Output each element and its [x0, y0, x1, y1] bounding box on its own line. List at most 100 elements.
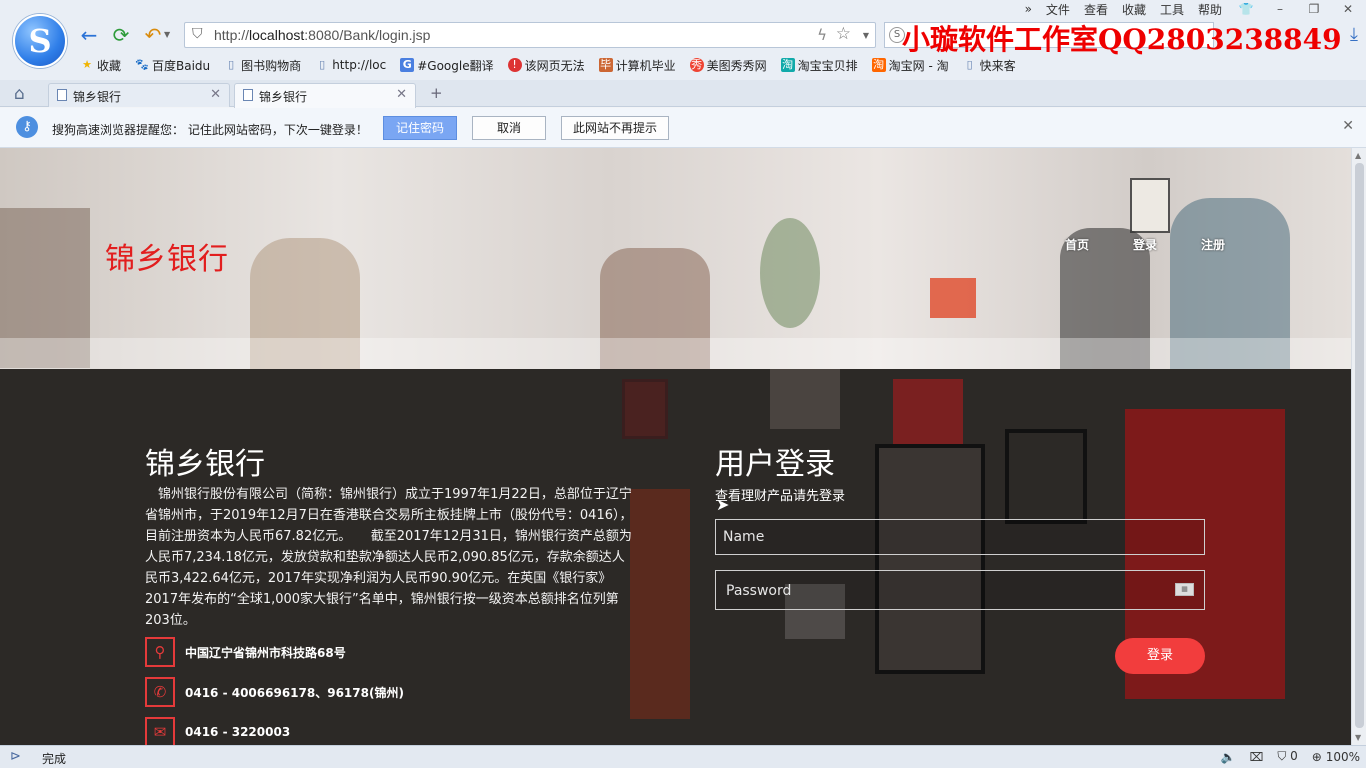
- restore-button[interactable]: ❐: [1304, 2, 1324, 16]
- bg-frame-shape: [875, 444, 985, 674]
- bookmark-item[interactable]: 淘淘宝网 - 淘: [871, 57, 949, 74]
- tab-bank-1[interactable]: 锦乡银行 ✕: [48, 83, 230, 107]
- browser-toolbar: S » 文件 查看 收藏 工具 帮助 👕 – ❐ ✕ ← ⟳ ↶ ▼ ⛉ htt…: [0, 0, 1366, 80]
- status-right-group: 🔈 ⌧ ⛉ 0 ⊕ 100%: [1221, 749, 1360, 764]
- bookmark-item[interactable]: 淘淘宝宝贝排: [780, 57, 858, 74]
- menu-bar: » 文件 查看 收藏 工具 帮助 👕 – ❐ ✕: [1025, 0, 1358, 18]
- contact-mail: ✉ 0416 - 3220003: [145, 717, 290, 745]
- skin-icon[interactable]: 👕: [1236, 2, 1256, 16]
- remember-password-button[interactable]: 记住密码: [383, 116, 457, 140]
- refresh-icon[interactable]: ⟳: [110, 24, 132, 46]
- expand-chevrons-icon[interactable]: »: [1025, 2, 1032, 16]
- login-subtitle: 查看理财产品请先登录: [715, 489, 846, 504]
- bookmark-star-icon[interactable]: ☆: [836, 24, 851, 44]
- graduate-icon: 毕: [598, 58, 613, 72]
- mouse-cursor-icon: ➤: [716, 495, 730, 514]
- security-shield-icon: ⛉: [192, 26, 203, 42]
- bookmark-item[interactable]: ▯ 图书购物商: [224, 57, 301, 74]
- new-tab-plus-icon[interactable]: +: [430, 84, 443, 102]
- hero-photo-desk-shape: [0, 338, 1351, 369]
- contact-phone: ✆ 0416 - 4006696178、96178(锦州): [145, 677, 404, 707]
- close-tab-icon[interactable]: ✕: [396, 87, 407, 102]
- about-title: 锦乡银行: [145, 447, 265, 482]
- undo-icon[interactable]: ↶: [142, 24, 164, 46]
- nav-login[interactable]: 登录: [1133, 236, 1157, 253]
- nav-home[interactable]: 首页: [1065, 236, 1089, 253]
- name-placeholder: Name: [723, 529, 765, 545]
- never-remind-button[interactable]: 此网站不再提示: [561, 116, 669, 140]
- login-title: 用户登录: [715, 447, 835, 482]
- download-icon[interactable]: ⤓: [1350, 24, 1358, 45]
- hero-photo-plant-shape: [760, 218, 820, 328]
- bg-poster-shape: [630, 489, 690, 719]
- tab-strip: ⌂ 锦乡银行 ✕ 锦乡银行 ✕ +: [0, 80, 1366, 108]
- taobao-icon: 淘: [780, 58, 795, 72]
- page-icon: ▯: [966, 58, 973, 71]
- page-icon: ▯: [228, 58, 235, 71]
- brand-title[interactable]: 锦乡银行: [105, 234, 229, 278]
- bg-poster-shape: [770, 369, 840, 429]
- page-icon: [57, 89, 67, 101]
- zoom-icon: ⊕: [1311, 749, 1322, 764]
- password-input[interactable]: Password ▦: [715, 570, 1205, 610]
- mail-icon: ✉: [145, 717, 175, 745]
- google-translate-icon: G: [400, 58, 415, 72]
- bookmark-item[interactable]: 秀美图秀秀网: [689, 57, 767, 74]
- back-arrow-icon[interactable]: ←: [78, 24, 100, 46]
- bookmark-item[interactable]: 🐾 百度Baidu: [135, 57, 210, 74]
- contact-mail-text: 0416 - 3220003: [185, 725, 291, 739]
- cancel-button[interactable]: 取消: [472, 116, 546, 140]
- close-tab-icon[interactable]: ✕: [210, 87, 221, 102]
- paw-icon: 🐾: [135, 58, 149, 71]
- address-bar[interactable]: ⛉ http://localhost:8080/Bank/login.jsp ϟ…: [184, 22, 876, 48]
- security-count-value: 0: [1290, 749, 1298, 763]
- taobao-icon: 淘: [871, 58, 886, 72]
- zoom-control[interactable]: ⊕ 100%: [1312, 750, 1360, 764]
- undo-dropdown-icon[interactable]: ▼: [164, 30, 170, 39]
- name-input[interactable]: Name: [715, 519, 1205, 555]
- meitu-icon: 秀: [689, 58, 704, 72]
- url-text[interactable]: http://localhost:8080/Bank/login.jsp: [214, 27, 430, 43]
- vertical-scrollbar[interactable]: ▲ ▼: [1351, 148, 1366, 745]
- tab-bank-2[interactable]: 锦乡银行 ✕: [234, 83, 416, 108]
- scroll-thumb[interactable]: [1355, 163, 1364, 728]
- bookmark-item[interactable]: G #Google翻译: [400, 57, 494, 74]
- close-window-button[interactable]: ✕: [1338, 2, 1358, 16]
- notification-text: 搜狗高速浏览器提醒您： 记住此网站密码，下次一键登录！: [52, 123, 368, 137]
- bookmark-item[interactable]: ! 该网页无法: [507, 57, 585, 74]
- bookmark-item[interactable]: 毕计算机毕业: [598, 57, 676, 74]
- sogou-logo-icon[interactable]: S: [13, 14, 67, 68]
- bookmark-item[interactable]: ▯ 快来客: [963, 57, 1016, 74]
- zoom-value: 100%: [1325, 749, 1360, 764]
- star-icon: ★: [82, 58, 92, 71]
- bg-frame-shape: [1005, 429, 1087, 524]
- tab-title: 锦乡银行: [73, 90, 122, 104]
- lightning-icon[interactable]: ϟ: [817, 26, 827, 44]
- bookmark-item[interactable]: ▯ http://loc: [315, 58, 386, 72]
- screenshot-icon[interactable]: ⌧: [1249, 750, 1263, 764]
- menu-help[interactable]: 帮助: [1198, 1, 1222, 18]
- status-text: 完成: [42, 752, 67, 766]
- menu-file[interactable]: 文件: [1046, 1, 1070, 18]
- scroll-down-icon[interactable]: ▼: [1355, 733, 1361, 742]
- bookmark-item[interactable]: ★ 收藏: [80, 57, 121, 74]
- tab-title: 锦乡银行: [259, 90, 308, 104]
- menu-view[interactable]: 查看: [1084, 1, 1108, 18]
- speaker-icon[interactable]: 🔈: [1221, 750, 1236, 764]
- close-notification-icon[interactable]: ✕: [1342, 118, 1354, 134]
- contact-address: ⚲ 中国辽宁省锦州市科技路68号: [145, 637, 346, 667]
- scroll-up-icon[interactable]: ▲: [1355, 151, 1361, 160]
- bookmarks-bar: ★ 收藏 🐾 百度Baidu ▯ 图书购物商 ▯ http://loc G #Google…: [80, 55, 1016, 75]
- sidebar-toggle-icon[interactable]: ⊳: [10, 749, 21, 764]
- page-icon: [243, 89, 253, 101]
- security-count[interactable]: ⛉ 0: [1277, 749, 1297, 764]
- menu-tools[interactable]: 工具: [1160, 1, 1184, 18]
- contact-phone-text: 0416 - 4006696178、96178(锦州): [185, 685, 404, 700]
- home-icon[interactable]: ⌂: [14, 84, 25, 104]
- menu-favorites[interactable]: 收藏: [1122, 1, 1146, 18]
- login-submit-button[interactable]: 登录: [1115, 638, 1205, 674]
- minimize-button[interactable]: –: [1270, 2, 1290, 16]
- address-dropdown-icon[interactable]: ▼: [863, 31, 869, 40]
- nav-register[interactable]: 注册: [1201, 236, 1225, 253]
- keyboard-icon[interactable]: ▦: [1175, 583, 1194, 596]
